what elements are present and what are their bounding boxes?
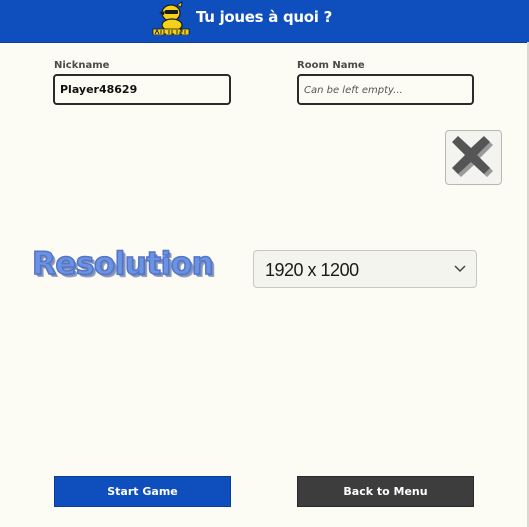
resolution-select-value: 1920 x 1200: [265, 260, 359, 280]
close-button[interactable]: [445, 130, 502, 185]
nickname-input[interactable]: [53, 74, 231, 105]
back-to-menu-button[interactable]: Back to Menu: [297, 476, 474, 507]
chevron-down-icon: [454, 265, 466, 273]
header-bar: Tu joues à quoi ?: [0, 0, 529, 43]
app-title: Tu joues à quoi ?: [196, 8, 332, 26]
nickname-label: Nickname: [54, 60, 110, 71]
resolution-label: Resolution: [31, 245, 214, 283]
resolution-select[interactable]: 1920 x 1200: [253, 250, 477, 288]
x-icon: [452, 136, 493, 177]
room-name-input[interactable]: [297, 74, 474, 105]
duck-logo-icon: [151, 1, 191, 36]
start-game-button[interactable]: Start Game: [54, 476, 231, 507]
room-name-label: Room Name: [297, 60, 365, 71]
